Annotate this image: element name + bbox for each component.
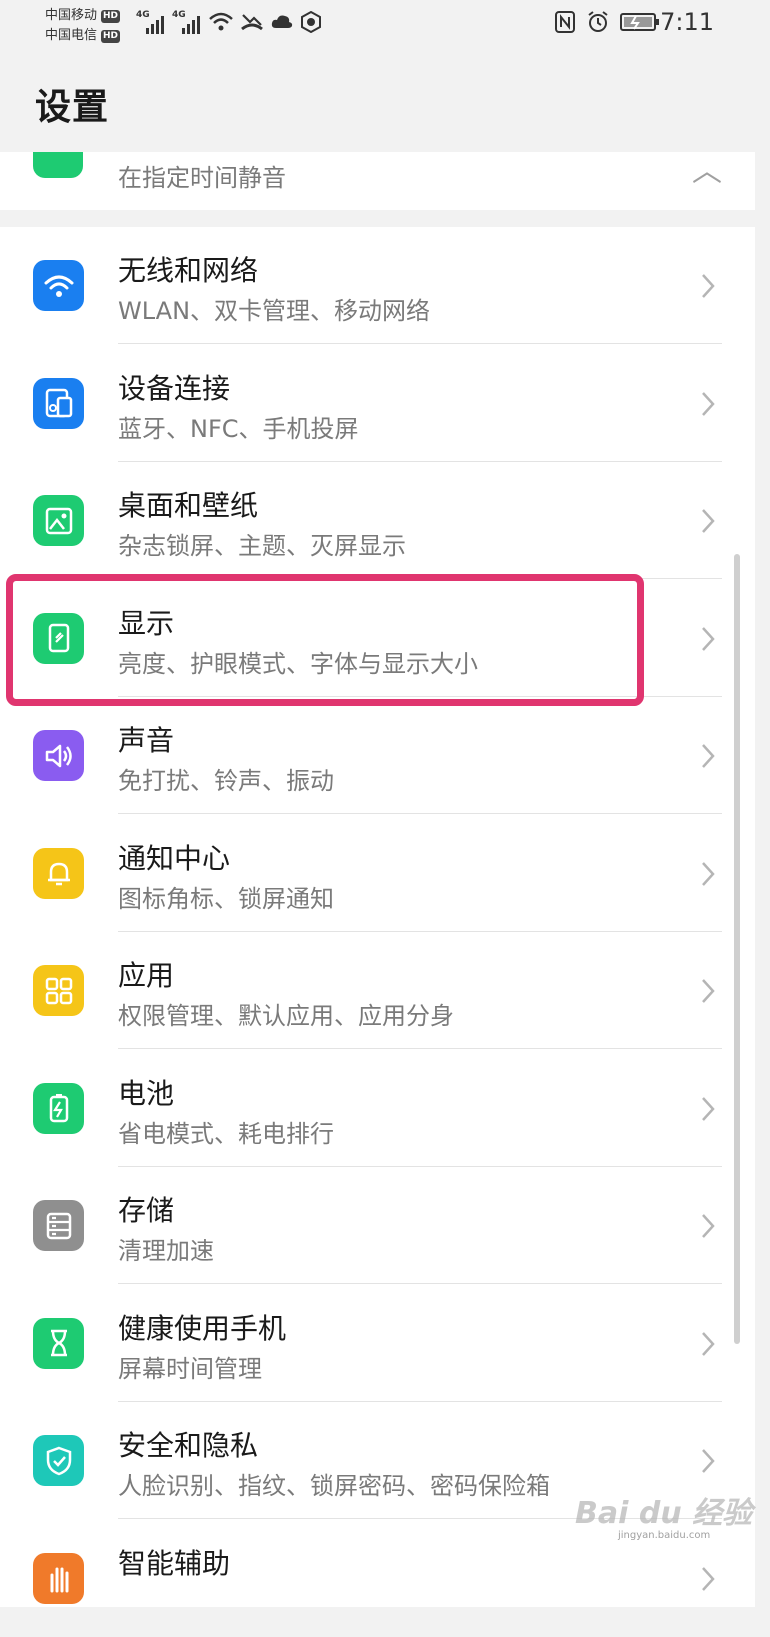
item-title: 安全和隐私 [118, 1429, 259, 1462]
chevron-up-icon: ︿ [692, 154, 722, 189]
carrier-labels: 中国移动 HD 中国电信 HD [45, 6, 121, 46]
wallpaper-icon [33, 495, 84, 546]
battery-icon [33, 1082, 84, 1134]
settings-item[interactable]: 存储 清理加速 [0, 1167, 755, 1284]
item-subtitle: 杂志锁屏、主题、灭屏显示 [118, 532, 406, 560]
chevron-right-icon [698, 859, 718, 889]
chevron-right-icon [698, 389, 718, 419]
settings-item[interactable]: 应用权限管理、默认应用、应用分身 [0, 932, 755, 1049]
chevron-right-icon [698, 271, 718, 301]
item-subtitle: 亮度、护眼模式、字体与显示大小 [118, 649, 478, 678]
app-notification-icon [301, 11, 321, 33]
chevron-right-icon [698, 1211, 718, 1241]
item-title: 智能辅助 [118, 1546, 231, 1580]
item-subtitle: WLAN、双卡管理、移动网络 [118, 297, 431, 325]
settings-list: 无线和网络 WLAN、双卡管理、移动网络设备连接蓝牙、NFC、手机投屏桌面和壁纸杂… [0, 227, 755, 1607]
signal-icon: 4G [136, 10, 166, 34]
wifi-icon [33, 260, 84, 311]
hand-icon [33, 1552, 84, 1604]
status-icons-right [554, 10, 660, 34]
chevron-right-icon [698, 624, 718, 654]
item-title: 应用 [118, 959, 175, 992]
hd-badge: HD [101, 9, 121, 23]
hd-badge: HD [101, 29, 121, 43]
carrier-2: 中国电信 [45, 28, 98, 43]
chevron-right-icon [698, 1329, 718, 1359]
nfc-icon [555, 11, 575, 33]
item-title: 无线和网络 [118, 254, 259, 287]
item-title: 电池 [118, 1076, 175, 1110]
settings-item[interactable]: 健康使用手机屏幕时间管理 [0, 1285, 755, 1402]
item-subtitle: 省电模式、耗电排行 [118, 1119, 334, 1148]
item-subtitle: 免打扰、铃声、振动 [118, 767, 334, 795]
item-subtitle: 清理加速 [118, 1237, 214, 1265]
watermark-logo: Bai du 经验 [575, 1496, 753, 1531]
alarm-icon [588, 11, 608, 32]
page-title: 设置 [35, 87, 110, 128]
storage-icon [33, 1200, 84, 1251]
item-title: 桌面和壁纸 [118, 489, 259, 522]
status-icons-left: 4G 4G [136, 10, 322, 34]
item-title: 存储 [118, 1194, 175, 1227]
apps-icon [33, 965, 84, 1016]
item-title: 显示 [118, 606, 175, 640]
chevron-right-icon [698, 1094, 718, 1124]
wifi-status-icon [209, 12, 233, 31]
settings-item[interactable]: 通知中心图标角标、锁屏通知 [0, 815, 755, 932]
scrollbar[interactable] [734, 554, 740, 1344]
chevron-right-icon [698, 741, 718, 771]
item-title: 设备连接 [118, 371, 231, 405]
settings-item[interactable]: 桌面和壁纸杂志锁屏、主题、灭屏显示 [0, 462, 755, 579]
status-bar: 中国移动 HD 中国电信 HD 4G 4G 7:11 [0, 0, 770, 52]
hourglass-icon [33, 1317, 84, 1369]
display-icon [33, 612, 84, 664]
item-subtitle: 在指定时间静音 [118, 164, 286, 192]
battery-status-icon [620, 13, 659, 31]
settings-item[interactable]: 显示亮度、护眼模式、字体与显示大小 [0, 580, 755, 697]
chevron-right-icon [698, 1446, 718, 1476]
chevron-right-icon [698, 1564, 718, 1594]
item-subtitle: 屏幕时间管理 [118, 1354, 262, 1383]
settings-item-do-not-disturb[interactable]: 在指定时间静音 ︿ [0, 152, 755, 210]
shield-icon [33, 1435, 84, 1486]
item-title: 通知中心 [118, 841, 231, 875]
item-subtitle: 人脸识别、指纹、锁屏密码、密码保险箱 [118, 1472, 550, 1500]
chevron-right-icon [698, 506, 718, 536]
item-subtitle: 图标角标、锁屏通知 [118, 884, 334, 913]
item-subtitle: 蓝牙、NFC、手机投屏 [118, 414, 359, 443]
item-title: 健康使用手机 [118, 1311, 287, 1345]
cloud-icon [271, 15, 293, 28]
carrier-1: 中国移动 [45, 8, 98, 23]
moon-icon [33, 152, 83, 178]
settings-item[interactable]: 声音免打扰、铃声、振动 [0, 697, 755, 814]
device-connect-icon [33, 377, 84, 429]
missed-call-icon [241, 14, 263, 31]
settings-item[interactable]: 电池省电模式、耗电排行 [0, 1050, 755, 1167]
signal-icon: 4G [172, 10, 202, 34]
item-subtitle: 权限管理、默认应用、应用分身 [118, 1002, 454, 1030]
settings-item[interactable]: 设备连接蓝牙、NFC、手机投屏 [0, 345, 755, 462]
chevron-right-icon [698, 976, 718, 1006]
item-title: 声音 [118, 724, 175, 757]
settings-item[interactable]: 无线和网络 WLAN、双卡管理、移动网络 [0, 227, 755, 344]
sound-icon [33, 730, 84, 781]
bell-icon [33, 847, 84, 899]
watermark-url: jingyan.baidu.com [618, 1530, 711, 1541]
clock: 7:11 [660, 8, 714, 36]
